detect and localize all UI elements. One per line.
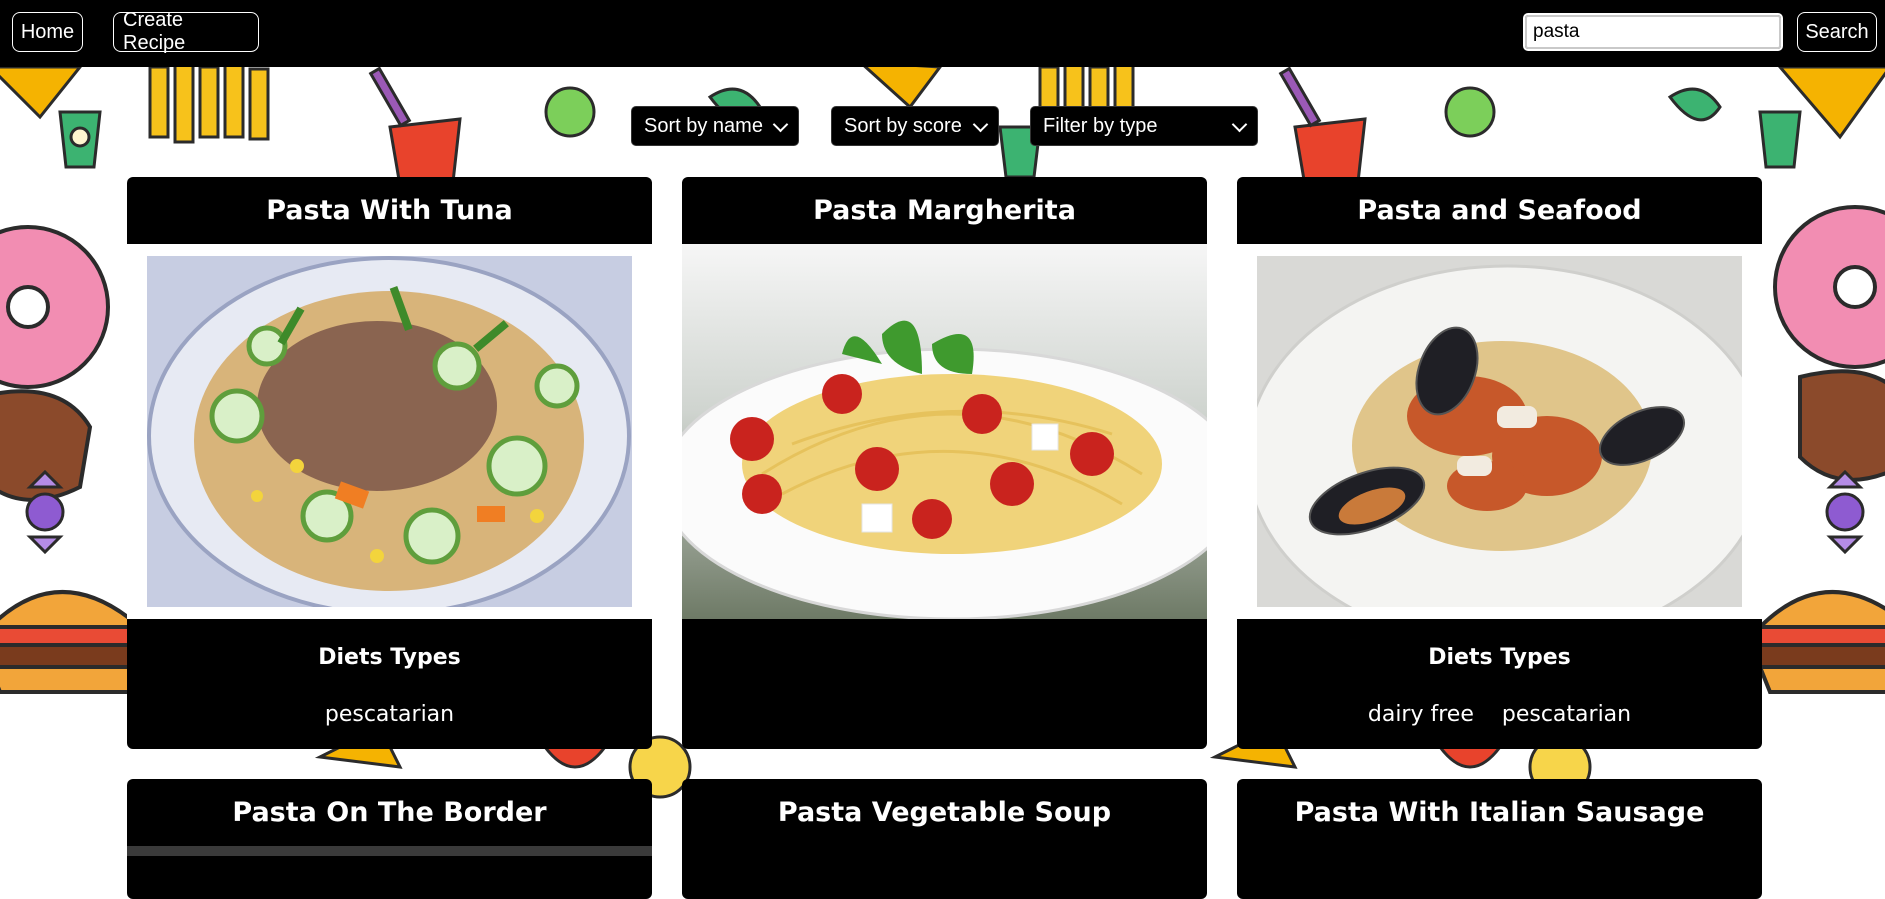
- recipe-title[interactable]: Pasta and Seafood: [1237, 177, 1762, 244]
- sort-by-name-select[interactable]: Sort by name: [631, 106, 799, 146]
- recipe-title[interactable]: Pasta On The Border: [127, 779, 652, 846]
- diet-list: pescatarian: [127, 702, 652, 727]
- recipe-card[interactable]: Pasta Margherita: [682, 177, 1207, 749]
- recipe-title[interactable]: Pasta Margherita: [682, 177, 1207, 244]
- chevron-down-icon: [972, 116, 989, 133]
- diet-tag: dairy free: [1367, 702, 1474, 727]
- create-recipe-button[interactable]: Create Recipe: [113, 9, 259, 54]
- filter-by-type-label: Filter by type: [1043, 114, 1158, 137]
- diet-heading: Diets Types: [318, 645, 461, 670]
- search-input[interactable]: [1523, 13, 1783, 51]
- top-navbar: Home Create Recipe Search: [0, 0, 1885, 67]
- recipe-title[interactable]: Pasta Vegetable Soup: [682, 779, 1207, 846]
- recipe-image: [1237, 244, 1762, 619]
- sort-by-score-select[interactable]: Sort by score: [831, 106, 999, 146]
- recipe-title[interactable]: Pasta With Tuna: [127, 177, 652, 244]
- recipe-image: [682, 244, 1207, 619]
- diet-section: Diets Types dairy free pescatarian: [1237, 619, 1762, 749]
- diet-heading: [682, 619, 1207, 645]
- filter-by-type-select[interactable]: Filter by type: [1030, 106, 1258, 146]
- recipe-card[interactable]: Pasta Vegetable Soup: [682, 779, 1207, 899]
- sort-by-name-label: Sort by name: [644, 114, 763, 137]
- recipe-card[interactable]: Pasta and Seafood Diets Types dairy free…: [1237, 177, 1762, 749]
- diet-section: [682, 619, 1207, 749]
- recipe-image: [127, 244, 652, 619]
- chevron-down-icon: [772, 116, 789, 133]
- diet-list: dairy free pescatarian: [1237, 702, 1762, 727]
- diet-tag: pescatarian: [1501, 702, 1632, 727]
- diet-tag: pescatarian: [324, 702, 455, 727]
- chevron-down-icon: [1231, 116, 1248, 133]
- recipe-card[interactable]: Pasta With Tuna Diets Types pescatarian: [127, 177, 652, 749]
- diet-heading: Diets Types: [1428, 645, 1571, 670]
- sort-by-score-label: Sort by score: [844, 114, 962, 137]
- diet-section: Diets Types pescatarian: [127, 619, 652, 749]
- recipe-title[interactable]: Pasta With Italian Sausage: [1237, 779, 1762, 846]
- recipe-card[interactable]: Pasta With Italian Sausage: [1237, 779, 1762, 899]
- home-button[interactable]: Home: [12, 12, 83, 52]
- recipe-card[interactable]: Pasta On The Border: [127, 779, 652, 899]
- search-button[interactable]: Search: [1797, 12, 1877, 52]
